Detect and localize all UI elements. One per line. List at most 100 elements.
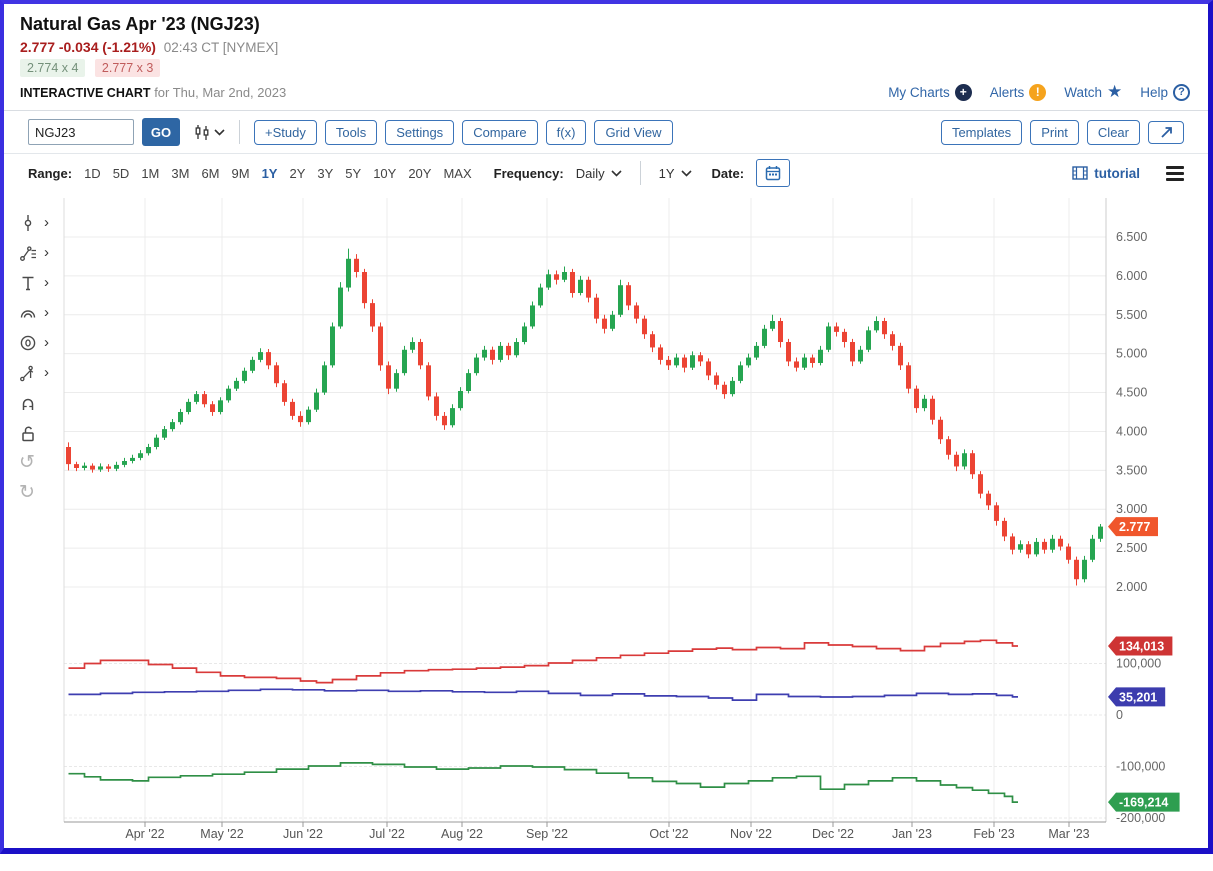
candle-body <box>730 381 735 394</box>
print-button[interactable]: Print <box>1030 120 1079 145</box>
magnet-tool[interactable] <box>19 392 49 413</box>
frequency-dropdown[interactable]: Daily <box>576 166 622 181</box>
menu-icon[interactable] <box>1166 163 1184 184</box>
candle-body <box>858 350 863 362</box>
compare-button[interactable]: Compare <box>462 120 537 145</box>
candle-body <box>210 404 215 412</box>
bid-badge: 2.774 x 4 <box>20 59 85 77</box>
range-6m[interactable]: 6M <box>201 166 219 181</box>
x-axis-label: Apr '22 <box>125 827 164 841</box>
candle-body <box>970 453 975 474</box>
arc-tool[interactable]: › <box>19 302 49 323</box>
range-3y[interactable]: 3Y <box>317 166 333 181</box>
range-label: Range: <box>28 166 72 181</box>
chevron-right-icon: › <box>44 275 49 290</box>
candle-body <box>106 466 111 468</box>
candle-body <box>290 402 295 416</box>
range-5y[interactable]: 5Y <box>345 166 361 181</box>
candle-body <box>546 274 551 287</box>
range-max[interactable]: MAX <box>443 166 471 181</box>
unlock-tool[interactable] <box>19 422 49 443</box>
candle-body <box>202 394 207 404</box>
candle-body <box>658 347 663 359</box>
candle-body <box>194 394 199 402</box>
text-tool[interactable]: › <box>19 272 49 293</box>
question-icon: ? <box>1173 84 1190 101</box>
candle-body <box>778 321 783 342</box>
candle-body <box>754 346 759 358</box>
candle-body <box>226 389 231 401</box>
cursor-tool[interactable]: › <box>19 212 49 233</box>
candle-body <box>930 399 935 420</box>
expand-chart-button[interactable] <box>1148 121 1184 144</box>
price-change-pct: (-1.21%) <box>102 39 156 55</box>
annotations-tool[interactable]: › <box>19 242 49 263</box>
shapes-tool[interactable]: › <box>19 332 49 353</box>
range-divider <box>640 161 641 185</box>
period-dropdown[interactable]: 1Y <box>659 166 692 181</box>
tutorial-link[interactable]: tutorial <box>1072 166 1140 181</box>
chart-type-selector[interactable] <box>194 124 225 141</box>
plus-circle-icon: + <box>955 84 972 101</box>
range-1y[interactable]: 1Y <box>262 166 278 181</box>
-study-button[interactable]: +Study <box>254 120 317 145</box>
date-picker-button[interactable] <box>756 159 790 187</box>
clear-button[interactable]: Clear <box>1087 120 1140 145</box>
candle-body <box>986 494 991 506</box>
candle-body <box>442 416 447 425</box>
range-1d[interactable]: 1D <box>84 166 101 181</box>
candle-body <box>634 305 639 318</box>
green-line <box>69 763 1019 802</box>
f-x--button[interactable]: f(x) <box>546 120 587 145</box>
candle-body <box>994 505 999 521</box>
grid-view-button[interactable]: Grid View <box>594 120 672 145</box>
candle-body <box>866 330 871 349</box>
x-axis-label: Aug '22 <box>441 827 483 841</box>
range-9m[interactable]: 9M <box>232 166 250 181</box>
candle-body <box>410 342 415 350</box>
candle-body <box>122 461 127 465</box>
watch-link[interactable]: Watch★ <box>1064 82 1122 102</box>
candle-body <box>482 350 487 358</box>
indicator-axis-label: 100,000 <box>1116 657 1161 671</box>
undo-button[interactable]: ↺ <box>19 452 49 473</box>
range-1m[interactable]: 1M <box>141 166 159 181</box>
candle-body <box>954 455 959 467</box>
candle-body <box>1018 544 1023 549</box>
candle-body <box>1066 547 1071 560</box>
candle-body <box>146 447 151 453</box>
candle-body <box>498 346 503 360</box>
chevron-right-icon: › <box>44 365 49 380</box>
help-link[interactable]: Help? <box>1140 84 1190 101</box>
price-chart[interactable]: Apr '22May '22Jun '22Jul '22Aug '22Sep '… <box>4 194 1208 866</box>
measure-tool[interactable]: › <box>19 362 49 383</box>
candle-body <box>554 274 559 279</box>
candle-body <box>1074 560 1079 579</box>
candle-body <box>738 365 743 381</box>
candle-body <box>698 355 703 361</box>
range-5d[interactable]: 5D <box>113 166 130 181</box>
my-charts-link[interactable]: My Charts+ <box>888 84 972 101</box>
film-icon <box>1072 166 1088 180</box>
green-line-badge-value: -169,214 <box>1119 796 1168 810</box>
candle-body <box>218 400 223 412</box>
candle-body <box>562 272 567 280</box>
tools-button[interactable]: Tools <box>325 120 377 145</box>
alerts-link[interactable]: Alerts! <box>990 84 1047 101</box>
candle-body <box>450 408 455 425</box>
go-button[interactable]: GO <box>142 118 180 146</box>
page-title: Natural Gas Apr '23 (NGJ23) <box>20 14 1190 35</box>
arc-tool-icon <box>19 304 37 322</box>
interactive-chart-row: INTERACTIVE CHART for Thu, Mar 2nd, 2023… <box>20 82 1190 110</box>
range-20y[interactable]: 20Y <box>408 166 431 181</box>
price-axis-label: 4.000 <box>1116 424 1147 438</box>
candle-body <box>242 371 247 381</box>
range-2y[interactable]: 2Y <box>289 166 305 181</box>
star-icon: ★ <box>1107 82 1122 102</box>
symbol-input[interactable] <box>28 119 134 145</box>
templates-button[interactable]: Templates <box>941 120 1022 145</box>
range-10y[interactable]: 10Y <box>373 166 396 181</box>
range-3m[interactable]: 3M <box>171 166 189 181</box>
redo-button[interactable]: ↻ <box>19 482 49 503</box>
settings-button[interactable]: Settings <box>385 120 454 145</box>
